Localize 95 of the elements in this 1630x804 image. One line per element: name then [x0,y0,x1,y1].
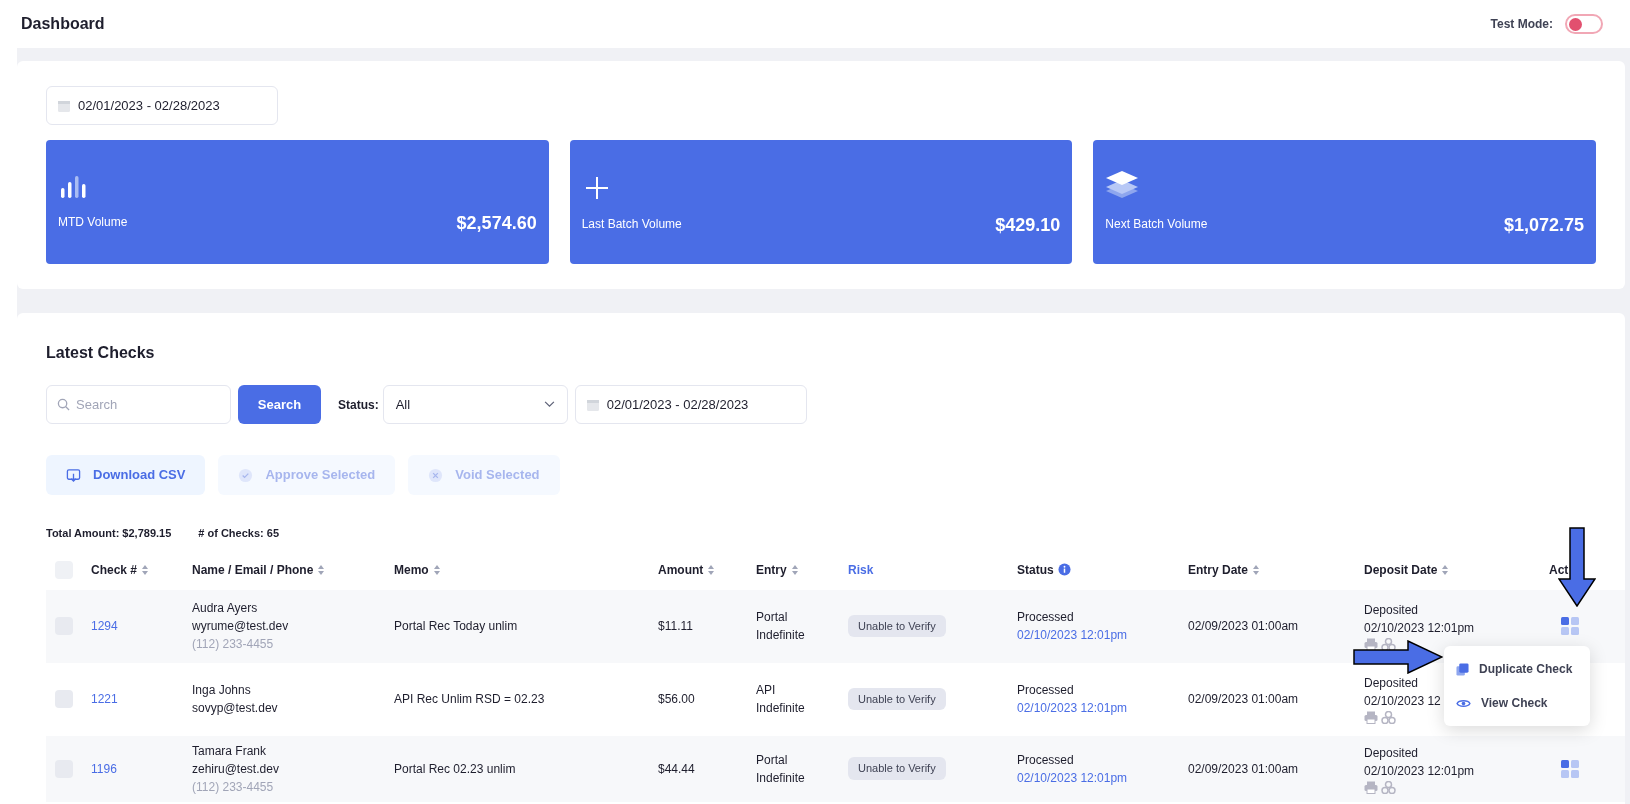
check-number-link[interactable]: 1196 [91,759,117,778]
status-select[interactable]: All [382,385,568,424]
table-cell-text: 02/09/2023 01:00am [1188,691,1300,708]
risk-badge: Unable to Verify [848,687,946,711]
check-number-link[interactable]: 1294 [91,617,118,635]
status-text: Processed [1017,751,1075,769]
page-title: Dashboard [21,14,105,34]
coins-icon[interactable] [1381,638,1396,651]
column-header[interactable]: Amount [658,560,704,579]
table-cell-text: 02/09/2023 01:00am [1188,760,1300,778]
column-header[interactable]: Memo [394,560,429,579]
calendar-icon [57,98,71,113]
grid-menu-icon[interactable] [1560,758,1580,779]
check-number-link[interactable]: 1221 [91,690,118,708]
menu-item[interactable]: Duplicate Check [1444,652,1590,686]
sort-icon[interactable] [141,563,150,576]
table-cell-text: $44.44 [658,760,696,778]
entry-text: API [756,682,777,699]
entry-text: Indefinite [756,700,806,717]
column-header: Risk [848,561,874,579]
entry-text: Indefinite [756,769,806,787]
deposit-date-text: 02/10/2023 12:01pm [1364,762,1475,780]
column-header: Act [1549,561,1569,579]
close-icon [428,467,444,483]
table-cell-text: API Rec Unlim RSD = 02.23 [394,691,546,708]
email-text: zehiru@test.dev [192,760,280,778]
stat-label: Last Batch Volume [581,216,682,233]
table-cell-text: $11.11 [658,618,694,635]
deposit-status-text: Deposited [1364,744,1420,762]
grid-menu-icon[interactable] [1560,616,1580,636]
deposit-status-text: Deposited [1364,675,1420,692]
column-header[interactable]: Name / Email / Phone [192,560,314,579]
search-button[interactable]: Search [238,385,321,424]
stat-value: $2,574.60 [456,212,537,235]
sort-icon[interactable] [317,563,326,576]
date-range-field[interactable]: 02/01/2023 - 02/28/2023 [574,385,807,424]
table-cell-text: Portal Rec Today unlim [394,618,519,635]
menu-item[interactable]: View Check [1444,686,1590,720]
plus-icon [584,176,609,200]
deposit-date-text: 02/10/2023 12:01pm [1364,620,1475,637]
entry-text: Portal [756,609,789,626]
name-text: Tamara Frank [192,742,268,760]
toggle-label: Test Mode: [1490,16,1553,33]
eye-icon [1456,697,1471,709]
layers-icon [1105,170,1140,200]
check-icon [238,467,254,483]
email-text: wyrume@test.dev [192,618,290,635]
date-range-field[interactable]: 02/01/2023 - 02/28/2023 [46,86,278,125]
phone-text: (112) 233-4455 [192,778,275,796]
summary-text: Total Amount: $2,789.15 [46,526,172,541]
phone-text: (112) 233-4455 [192,636,275,653]
action-button[interactable]: Download CSV [46,455,206,495]
column-header: Status [1017,561,1054,579]
sort-icon[interactable] [432,563,441,576]
section-title: Latest Checks [46,343,156,363]
summary-text: # of Checks: 65 [198,526,279,541]
bar-chart-icon [58,176,88,198]
name-text: Inga Johns [192,682,252,699]
status-text: Processed [1017,609,1075,626]
status-date-link[interactable]: 02/10/2023 12:01pm [1017,699,1188,717]
table-cell-text: 02/09/2023 01:00am [1188,618,1300,635]
column-header[interactable]: Deposit Date [1364,560,1438,579]
stat-value: $1,072.75 [1503,214,1584,237]
search-icon [57,398,70,411]
column-header[interactable]: Check # [91,560,138,579]
chevron-down-icon [543,401,555,408]
copy-icon [1456,662,1469,676]
search-field[interactable]: Search [46,385,231,424]
stat-value: $429.10 [995,214,1061,237]
stat-label: Next Batch Volume [1105,216,1208,233]
status-label: Status: [338,396,379,414]
stat-label: MTD Volume [58,214,128,231]
calendar-icon [585,397,600,412]
name-text: Audra Ayers [192,600,259,617]
table-cell-text: Portal Rec 02.23 unlim [394,760,517,778]
deposit-status-text: Deposited [1364,602,1420,619]
sort-icon[interactable] [1441,563,1450,576]
test-mode-toggle[interactable] [1565,14,1603,34]
entry-text: Indefinite [756,627,806,644]
risk-badge: Unable to Verify [848,614,946,638]
entry-text: Portal [756,751,789,769]
column-header[interactable]: Entry Date [1188,560,1249,579]
column-header[interactable]: Entry [756,560,787,579]
table-cell-text: $56.00 [658,691,696,708]
status-text: Processed [1017,682,1075,699]
sort-icon[interactable] [1252,563,1261,576]
status-date-link[interactable]: 02/10/2023 12:01pm [1017,768,1188,787]
email-text: sovyp@test.dev [192,700,279,717]
deposit-date-text: 02/10/2023 12 [1364,693,1441,710]
info-icon [1057,563,1071,576]
risk-badge: Unable to Verify [848,757,946,780]
status-date-link[interactable]: 02/10/2023 12:01pm [1017,626,1188,644]
sort-icon[interactable] [790,563,799,576]
download-icon [66,467,81,483]
sort-icon[interactable] [707,563,716,576]
